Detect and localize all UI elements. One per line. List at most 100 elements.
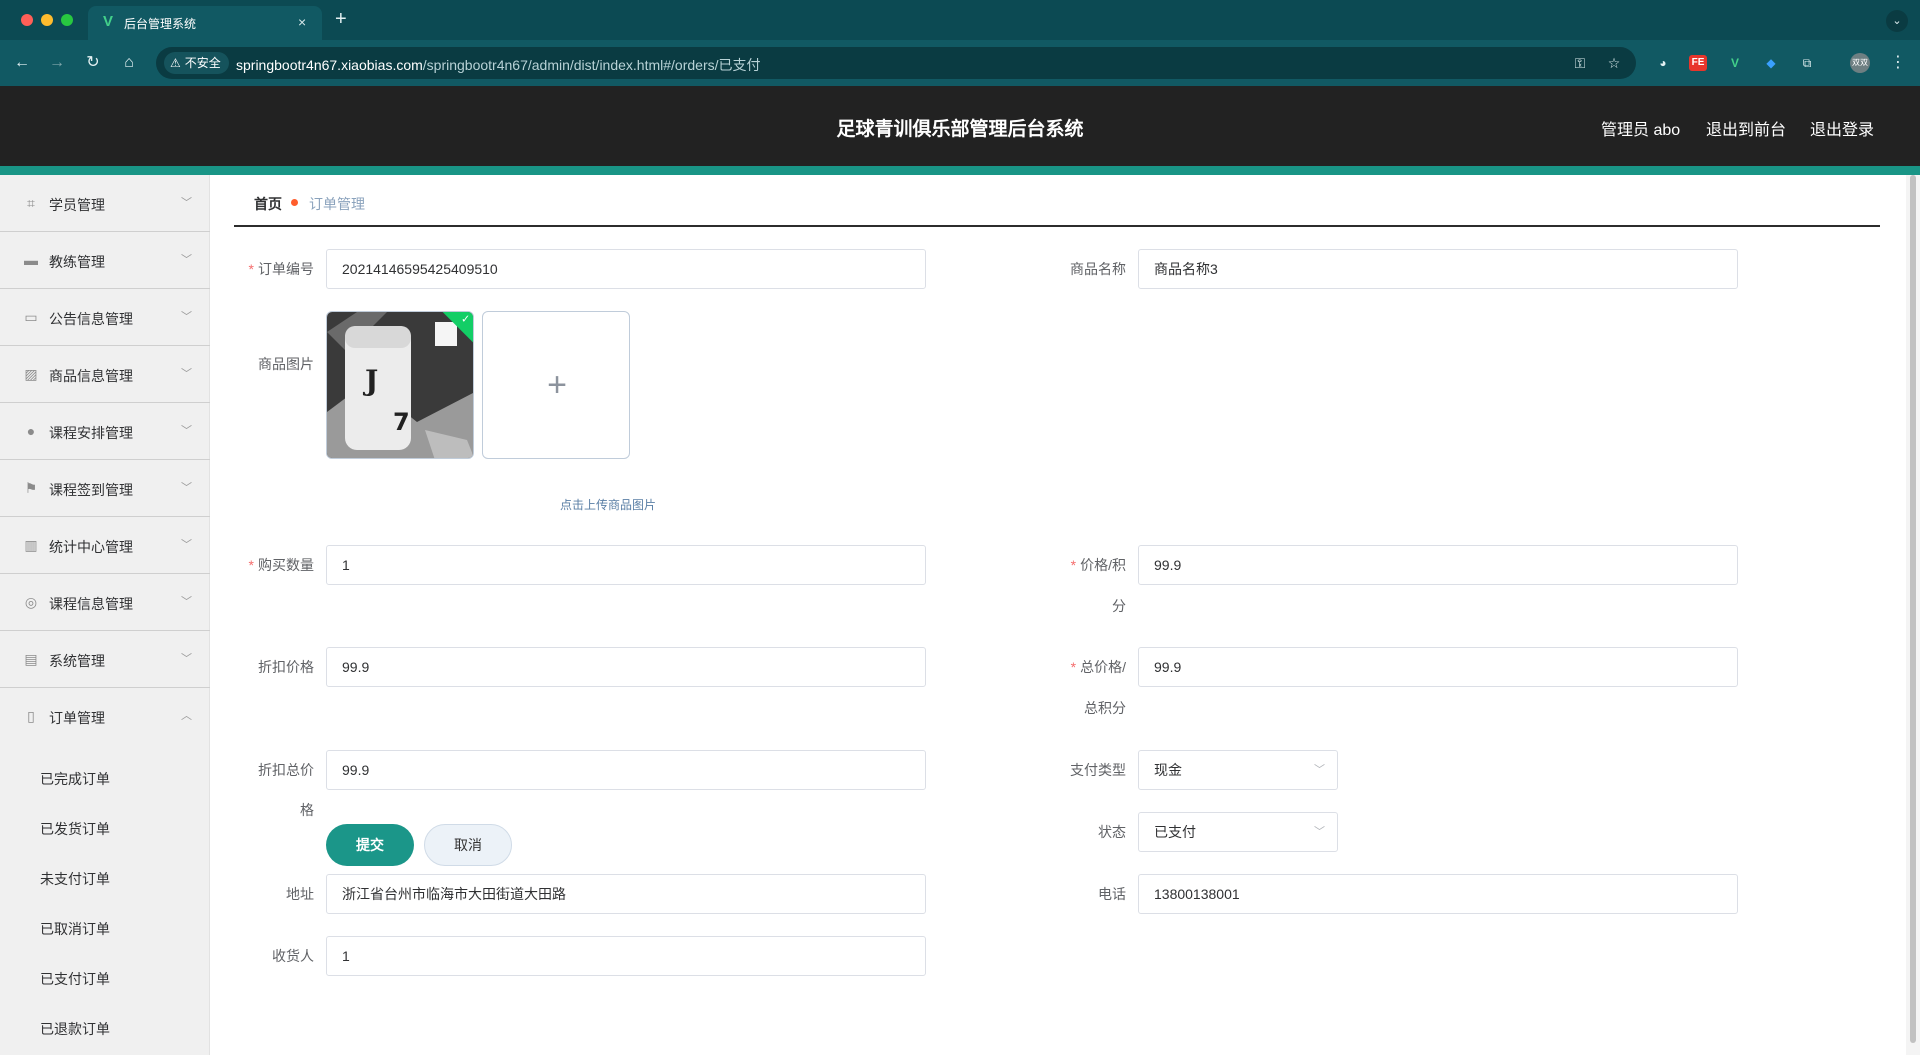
profile-avatar-icon[interactable]: 双双 bbox=[1850, 53, 1870, 73]
bookmark-star-icon[interactable]: ☆ bbox=[1605, 54, 1623, 72]
check-icon: ✓ bbox=[461, 313, 471, 326]
sidebar-item-label: 课程信息管理 bbox=[49, 596, 133, 612]
forward-arrow-icon[interactable]: → bbox=[47, 53, 67, 73]
sidebar-subitem-unpaid[interactable]: 未支付订单 bbox=[40, 869, 110, 889]
discount-total-field[interactable]: 99.9 bbox=[326, 750, 926, 790]
jersey-number: 7 bbox=[393, 408, 410, 436]
address-bar[interactable]: ⚠ 不安全 springbootr4n67.xiaobias.com/spring… bbox=[156, 47, 1636, 79]
extension-vue-icon[interactable]: V bbox=[1725, 53, 1745, 73]
extensions-puzzle-icon[interactable]: ⧉ bbox=[1797, 53, 1817, 73]
browser-tab-strip: V 后台管理系统 × + ⌄ bbox=[0, 0, 1920, 40]
address-field[interactable]: 浙江省台州市临海市大田街道大田路 bbox=[326, 874, 926, 914]
chevron-down-icon: ﹀ bbox=[181, 425, 192, 437]
window-minimize-button[interactable] bbox=[41, 14, 53, 26]
chevron-down-icon: ﹀ bbox=[181, 254, 192, 266]
scrollbar-thumb[interactable] bbox=[1910, 175, 1916, 1043]
extension-diamond-icon[interactable]: ◆ bbox=[1761, 53, 1781, 73]
address-label: 地址 bbox=[286, 886, 314, 902]
status-select[interactable]: 已支付 ﹀ bbox=[1138, 812, 1338, 852]
submit-button[interactable]: 提交 bbox=[326, 824, 414, 866]
discount-price-field[interactable]: 99.9 bbox=[326, 647, 926, 687]
product-thumbnail: J 7 bbox=[327, 312, 473, 458]
window-close-button[interactable] bbox=[21, 14, 33, 26]
sidebar-item-orders[interactable]: ▯ 订单管理 ︿ bbox=[0, 688, 210, 745]
uploaded-image-card[interactable]: J 7 ✓ bbox=[326, 311, 474, 459]
extension-fe-icon[interactable]: FE bbox=[1689, 55, 1707, 71]
cancel-button[interactable]: 取消 bbox=[424, 824, 512, 866]
quantity-field[interactable]: 1 bbox=[326, 545, 926, 585]
home-icon[interactable]: ⌂ bbox=[119, 53, 139, 73]
sidebar-subitem-shipped[interactable]: 已发货订单 bbox=[40, 819, 110, 839]
price-label-text: 价格/积 bbox=[1080, 557, 1126, 573]
sidebar-subitem-completed[interactable]: 已完成订单 bbox=[40, 769, 110, 789]
chevron-down-icon: ﹀ bbox=[181, 368, 192, 380]
security-chip[interactable]: ⚠ 不安全 bbox=[164, 52, 229, 74]
chevron-down-icon: ﹀ bbox=[1314, 826, 1325, 838]
discount-total-label: 折扣总价 bbox=[258, 762, 314, 778]
password-key-icon[interactable]: ⚿ bbox=[1571, 54, 1589, 72]
receiver-field[interactable]: 1 bbox=[326, 936, 926, 976]
extension-face-icon[interactable]: ◕ bbox=[1653, 53, 1673, 73]
chevron-down-icon: ﹀ bbox=[1314, 764, 1325, 776]
chevron-down-icon: ﹀ bbox=[181, 653, 192, 665]
crop-icon: ⌗ bbox=[27, 195, 35, 211]
tab-title: 后台管理系统 bbox=[124, 17, 197, 31]
chart-icon: ▨ bbox=[24, 366, 38, 382]
pay-type-select[interactable]: 现金 ﹀ bbox=[1138, 750, 1338, 790]
chevron-down-icon: ﹀ bbox=[181, 197, 192, 209]
reload-icon[interactable]: ↻ bbox=[83, 53, 103, 73]
admin-user-label: 管理员 abo bbox=[1601, 122, 1681, 139]
browser-tab-active[interactable]: V 后台管理系统 × bbox=[88, 6, 322, 40]
sidebar-item-notices[interactable]: ▭ 公告信息管理 ﹀ bbox=[0, 289, 210, 346]
browser-menu-icon[interactable]: ⋮ bbox=[1888, 53, 1908, 73]
chevron-up-icon: ︿ bbox=[181, 710, 192, 722]
price-field[interactable]: 99.9 bbox=[1138, 545, 1738, 585]
sidebar-item-checkin[interactable]: ⚑ 课程签到管理 ﹀ bbox=[0, 460, 210, 517]
url-text[interactable]: springbootr4n67.xiaobias.com/springbootr… bbox=[236, 55, 761, 75]
sidebar-item-label: 教练管理 bbox=[49, 254, 105, 270]
warning-triangle-icon: ⚠ bbox=[170, 56, 181, 70]
tab-close-icon[interactable]: × bbox=[298, 14, 306, 30]
vue-logo-icon: V bbox=[102, 13, 113, 30]
sidebar-item-coaches[interactable]: ▬ 教练管理 ﹀ bbox=[0, 232, 210, 289]
new-tab-icon[interactable]: + bbox=[335, 9, 347, 29]
phone-field[interactable]: 13800138001 bbox=[1138, 874, 1738, 914]
header-accent-bar bbox=[0, 166, 1920, 175]
sidebar-item-students[interactable]: ⌗ 学员管理 ﹀ bbox=[0, 175, 210, 232]
total-price-label: * 总价格/ bbox=[1034, 647, 1126, 687]
url-path: /springbootr4n67/admin/dist/index.html#/… bbox=[422, 57, 761, 73]
tab-search-icon[interactable]: ⌄ bbox=[1886, 10, 1908, 32]
window-maximize-button[interactable] bbox=[61, 14, 73, 26]
chevron-down-icon: ﹀ bbox=[181, 596, 192, 608]
sidebar-item-courses[interactable]: ◎ 课程信息管理 ﹀ bbox=[0, 574, 210, 631]
sidebar: ⌗ 学员管理 ﹀ ▬ 教练管理 ﹀ ▭ 公告信息管理 ﹀ ▨ 商品信息管理 ﹀ … bbox=[0, 175, 210, 1055]
logout-link[interactable]: 退出登录 bbox=[1810, 116, 1874, 140]
status-value: 已支付 bbox=[1154, 824, 1196, 840]
page-scrollbar[interactable] bbox=[1906, 175, 1920, 1055]
clipboard-icon: ▤ bbox=[24, 651, 38, 667]
sidebar-item-label: 统计中心管理 bbox=[49, 539, 133, 555]
sidebar-item-schedule[interactable]: ● 课程安排管理 ﹀ bbox=[0, 403, 210, 460]
compass-icon: ◎ bbox=[24, 594, 38, 610]
sidebar-item-products[interactable]: ▨ 商品信息管理 ﹀ bbox=[0, 346, 210, 403]
product-name-field[interactable]: 商品名称3 bbox=[1138, 249, 1738, 289]
required-mark: * bbox=[248, 557, 254, 573]
discount-total-label-line2: 格 bbox=[300, 802, 314, 818]
order-no-field[interactable]: 20214146595425409510 bbox=[326, 249, 926, 289]
sidebar-item-statistics[interactable]: ▥ 统计中心管理 ﹀ bbox=[0, 517, 210, 574]
upload-trigger[interactable]: + bbox=[482, 311, 630, 459]
total-price-field[interactable]: 99.9 bbox=[1138, 647, 1738, 687]
exit-to-front-link[interactable]: 退出到前台 bbox=[1706, 116, 1786, 140]
sidebar-item-label: 公告信息管理 bbox=[49, 311, 133, 327]
sidebar-subitem-paid[interactable]: 已支付订单 bbox=[40, 969, 110, 989]
svg-text:J: J bbox=[362, 364, 378, 397]
sidebar-subitem-cancelled[interactable]: 已取消订单 bbox=[40, 919, 110, 939]
breadcrumb-home[interactable]: 首页 bbox=[254, 194, 282, 214]
sidebar-item-system[interactable]: ▤ 系统管理 ﹀ bbox=[0, 631, 210, 688]
plus-icon: + bbox=[547, 366, 567, 404]
sidebar-item-label: 课程签到管理 bbox=[49, 482, 133, 498]
phone-label: 电话 bbox=[1098, 886, 1126, 902]
back-arrow-icon[interactable]: ← bbox=[12, 53, 32, 73]
sidebar-subitem-refunded[interactable]: 已退款订单 bbox=[40, 1019, 110, 1039]
notice-card-icon: ▭ bbox=[24, 309, 38, 325]
